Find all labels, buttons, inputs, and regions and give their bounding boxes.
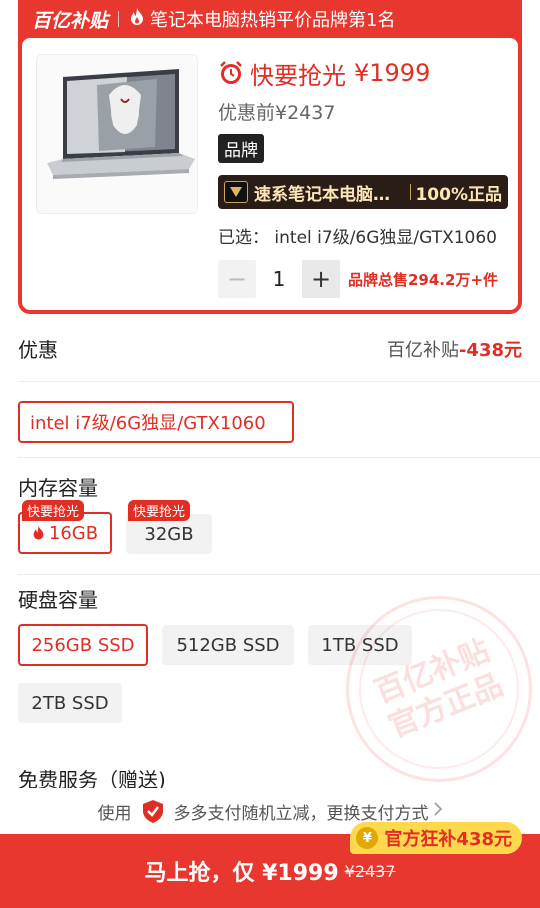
increase-button[interactable]: + [302,260,340,298]
storage-option-256gb[interactable]: 256GB SSD [18,624,148,666]
flame-icon [32,525,45,541]
memory-option-label: 16GB [48,522,99,544]
memory-section-title: 内存容量 [18,476,98,500]
sale-price: ¥1999 [354,59,431,87]
sellout-tag: 快要抢光 [22,500,85,521]
original-price: 优惠前¥2437 [218,102,336,124]
authentic-stamp-watermark: 百亿补贴 官方正品 [334,584,540,794]
product-card: 百亿补贴 笔记本电脑热销平价品牌第1名 快要抢光 ¥1999 优惠前¥2437 … [18,0,522,314]
alarm-clock-icon [218,60,244,86]
discount-amount: -438元 [458,339,522,361]
authentic-badge: 100%正品 [415,184,502,205]
buy-original-price: ¥2437 [344,861,396,881]
storage-option-512gb[interactable]: 512GB SSD [162,625,294,665]
discount-label: 优惠 [18,338,58,362]
memory-option-16gb[interactable]: 快要抢光 16GB [18,500,112,554]
selected-label: 已选： [218,228,269,248]
brand-sales-count: 品牌总售294.2万+件 [348,270,499,289]
discount-row[interactable]: 优惠 百亿补贴-438元 [18,334,522,363]
store-logo-icon [224,181,248,203]
subsidy-logo: 百亿补贴 [32,9,109,32]
subsidy-tag: ¥ 官方狂补438元 [350,822,522,854]
discount-detail: 百亿补贴-438元 [387,336,522,362]
divider [18,457,540,458]
memory-option-32gb[interactable]: 快要抢光 32GB [126,500,212,554]
storage-section-title: 硬盘容量 [18,588,98,612]
selected-spec[interactable]: 已选： intel i7级/6G独显/GTX1060 [218,223,508,248]
flame-icon [129,8,145,30]
divider [18,381,540,382]
flash-sale-row: 快要抢光 ¥1999 [218,58,508,90]
store-bar[interactable]: 速系笔记本电脑官方旗舰店 100%正品 [218,175,508,209]
pay-text: 多多支付随机立减，更换支付方式 [173,803,429,824]
pay-prefix: 使用 [97,803,132,824]
product-thumbnail[interactable] [36,54,198,214]
product-details: 快要抢光 ¥1999 优惠前¥2437 品牌 速系笔记本电脑官方旗舰店 100%… [218,58,508,248]
quantity-stepper: − 1 + 品牌总售294.2万+件 [218,260,498,298]
memory-option-label: 32GB [144,523,194,545]
sellout-tag: 快要抢光 [128,500,191,521]
banner-divider [118,11,120,27]
selected-value: intel i7级/6G独显/GTX1060 [274,228,497,248]
coin-icon: ¥ [356,827,379,849]
subsidy-banner: 百亿补贴 笔记本电脑热销平价品牌第1名 [18,0,522,38]
store-name: 速系笔记本电脑官方旗舰店 [254,184,407,205]
decrease-button[interactable]: − [218,260,256,298]
discount-source: 百亿补贴 [386,339,459,361]
storage-option-2tb[interactable]: 2TB SSD [18,683,122,723]
rank-text: 笔记本电脑热销平价品牌第1名 [150,10,396,31]
divider [18,574,540,575]
subsidy-text: 官方狂补438元 [384,829,512,850]
store-divider [410,184,412,200]
quantity-value[interactable]: 1 [256,267,302,291]
buy-label: 马上抢，仅 ¥1999 [144,861,339,886]
buy-now-button[interactable]: 马上抢，仅 ¥1999 ¥2437 ¥ 官方狂补438元 [0,822,540,908]
brand-tag: 品牌 [218,134,264,163]
flash-label: 快要抢光 [250,61,346,90]
chevron-right-icon [433,801,443,821]
shield-check-icon [140,798,166,824]
config-option-chip[interactable]: intel i7级/6G独显/GTX1060 [18,401,294,443]
product-info-panel: 快要抢光 ¥1999 优惠前¥2437 品牌 速系笔记本电脑官方旗舰店 100%… [22,38,518,310]
